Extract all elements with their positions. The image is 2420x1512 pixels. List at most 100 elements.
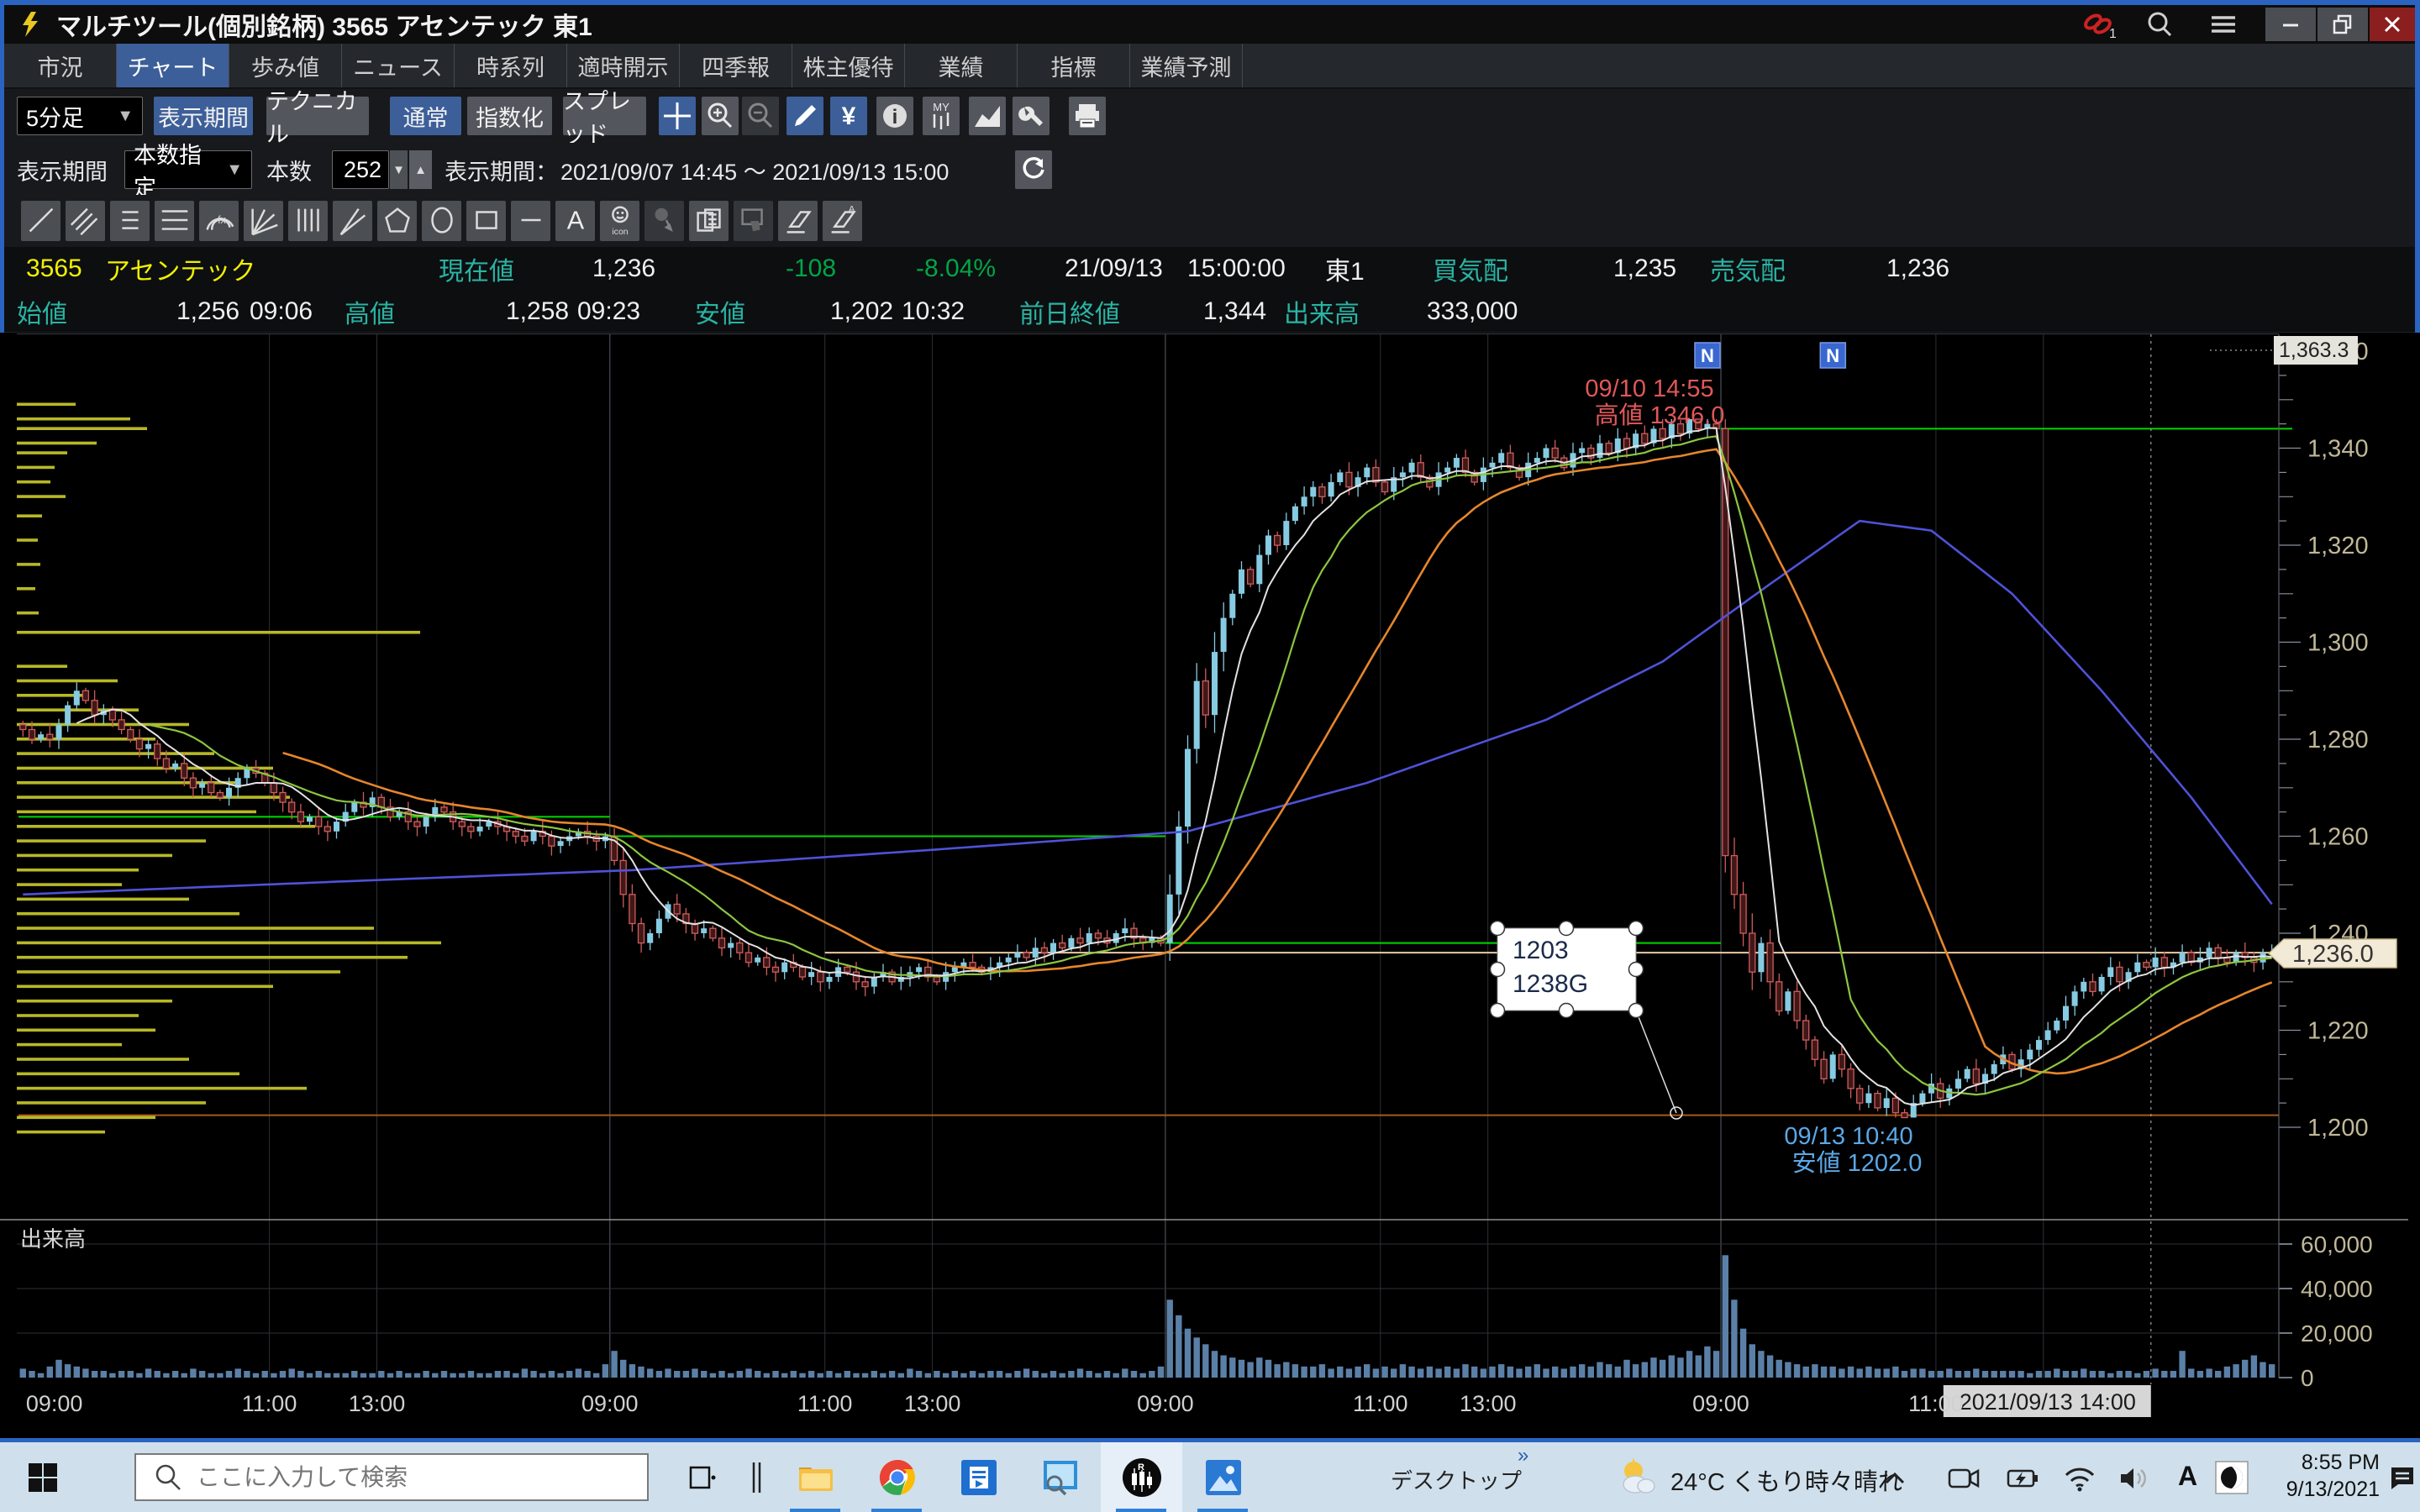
tab-7[interactable]: 四季報 xyxy=(680,44,792,87)
taskbar-app-chrome[interactable] xyxy=(856,1442,938,1512)
hsegment-tool[interactable] xyxy=(511,201,550,241)
rays-tool[interactable] xyxy=(333,201,372,241)
count-decrement[interactable]: ▼ xyxy=(390,150,408,189)
tab-8[interactable]: 株主優待 xyxy=(792,44,905,87)
notification-center-icon[interactable] xyxy=(2388,1464,2417,1491)
taskbar-app-file-explorer[interactable] xyxy=(775,1442,856,1512)
taskbar-app-media[interactable] xyxy=(938,1442,1019,1512)
open-time: 09:06 xyxy=(250,291,313,332)
pentagon-tool[interactable] xyxy=(377,201,417,241)
desktop-toolbar-label[interactable]: デスクトップ xyxy=(1391,1464,1522,1495)
battery-icon[interactable] xyxy=(2007,1466,2040,1491)
text-tool-tool[interactable]: A xyxy=(555,201,595,241)
tray-chevron-up-icon[interactable] xyxy=(1881,1469,1909,1488)
reload-button[interactable] xyxy=(1015,150,1052,189)
toolbar-button-2[interactable]: テクニカル xyxy=(266,97,369,135)
tab-5[interactable]: 時系列 xyxy=(455,44,567,87)
drag-hand-tool[interactable] xyxy=(734,201,773,241)
taskbar-app-snip[interactable] xyxy=(1019,1442,1101,1512)
file-explorer-icon xyxy=(796,1457,836,1498)
svg-text:A: A xyxy=(848,204,855,214)
eraser-tool[interactable] xyxy=(778,201,818,241)
toolbar-button-3[interactable]: 通常 xyxy=(390,97,461,135)
period-mode-dropdown[interactable]: 本数指定 ▼ xyxy=(124,150,252,189)
wrench-button[interactable] xyxy=(1013,97,1050,135)
pin-arrow-tool[interactable] xyxy=(644,201,684,241)
tab-2[interactable]: チャート xyxy=(117,44,229,87)
taskbar-app-trading[interactable]: R xyxy=(1101,1442,1182,1512)
tab-3[interactable]: 歩み値 xyxy=(229,44,342,87)
start-button[interactable] xyxy=(13,1442,72,1512)
windows-logo-icon xyxy=(27,1462,59,1494)
task-view-button[interactable] xyxy=(677,1442,728,1512)
trend-line-tool[interactable] xyxy=(21,201,60,241)
minimize-button[interactable] xyxy=(2265,8,2316,41)
candlestick-chart[interactable]: 020,00040,00060,0001,2001,2201,2401,2601… xyxy=(0,333,2420,1438)
restore-button[interactable] xyxy=(2317,8,2368,41)
timeframe-dropdown[interactable]: 5分足 ▼ xyxy=(17,97,143,135)
count-input[interactable]: 252 xyxy=(332,150,389,189)
taskbar-clock[interactable]: 8:55 PM 9/13/2021 xyxy=(2262,1449,2380,1503)
toolbar-button-5[interactable]: スプレッド xyxy=(563,97,646,135)
weather-text[interactable]: 24°C くもり時々晴れ xyxy=(1670,1462,1902,1498)
search-input[interactable] xyxy=(197,1464,600,1491)
tab-6[interactable]: 適時開示 xyxy=(567,44,680,87)
period-toolbar: 表示期間 本数指定 ▼ 本数 252 ▼ ▲ 表示期間： 2021/09/07 … xyxy=(4,143,2415,195)
speaker-icon[interactable] xyxy=(2118,1465,2151,1492)
zoom-out-button[interactable] xyxy=(742,97,779,135)
vlines-tool[interactable] xyxy=(288,201,328,241)
fib-arcs-tool[interactable]: fx xyxy=(199,201,239,241)
hlines-wide-tool[interactable] xyxy=(155,201,194,241)
eraser-icon xyxy=(780,202,817,240)
ellipse-tool[interactable] xyxy=(422,201,461,241)
printer-button[interactable] xyxy=(1069,97,1106,135)
tab-10[interactable]: 指標 xyxy=(1018,44,1130,87)
icon-stamp-tool[interactable]: icon xyxy=(600,201,639,241)
svg-text:1,220: 1,220 xyxy=(2307,1018,2369,1045)
toolbar-button-1[interactable]: 表示期間 xyxy=(154,97,253,135)
photos-icon xyxy=(1203,1457,1244,1498)
svg-text:60,000: 60,000 xyxy=(2301,1231,2373,1257)
eraser-all-icon: A xyxy=(824,202,861,240)
area-chart-icon xyxy=(971,99,1004,133)
zoom-in-button[interactable] xyxy=(702,97,739,135)
chart-area[interactable]: 020,00040,00060,0001,2001,2201,2401,2601… xyxy=(0,333,2420,1438)
svg-text:11:00: 11:00 xyxy=(1908,1391,1964,1416)
tab-1[interactable]: 市況 xyxy=(4,44,117,87)
parallel-channel-tool[interactable] xyxy=(66,201,105,241)
quote-time: 15:00:00 xyxy=(1187,247,1286,291)
hlines-short-tool[interactable] xyxy=(110,201,150,241)
pencil-button[interactable] xyxy=(786,97,823,135)
svg-text:N: N xyxy=(1701,345,1714,366)
app-lightning-icon xyxy=(16,10,45,39)
menu-icon[interactable] xyxy=(2207,8,2240,41)
my-chart-button[interactable]: MY xyxy=(923,97,960,135)
search-icon[interactable] xyxy=(2141,8,2178,41)
crosshair-button[interactable] xyxy=(659,97,696,135)
taskbar-search[interactable] xyxy=(134,1453,649,1501)
stock-name: アセンテック xyxy=(105,247,255,291)
link-icon[interactable]: 1 xyxy=(2081,9,2116,39)
info-button[interactable]: i xyxy=(876,97,913,135)
task-view-icon xyxy=(687,1462,718,1493)
close-button[interactable] xyxy=(2370,8,2415,41)
rectangle-tool[interactable] xyxy=(466,201,506,241)
wifi-icon[interactable] xyxy=(2063,1465,2096,1492)
tab-9[interactable]: 業績 xyxy=(905,44,1018,87)
taskbar-app-photos[interactable] xyxy=(1182,1442,1264,1512)
weather-icon[interactable] xyxy=(1615,1456,1660,1501)
ime-circle-icon[interactable] xyxy=(2215,1461,2249,1494)
count-increment[interactable]: ▲ xyxy=(409,150,432,189)
ellipse-icon xyxy=(424,202,460,240)
eraser-all-tool[interactable]: A xyxy=(823,201,862,241)
yen-button[interactable]: ¥ xyxy=(830,97,867,135)
tab-11[interactable]: 業績予測 xyxy=(1130,44,1243,87)
meet-now-icon[interactable] xyxy=(1948,1464,1980,1493)
ime-mode-indicator[interactable]: A xyxy=(2178,1461,2197,1492)
tab-4[interactable]: ニュース xyxy=(342,44,455,87)
area-chart-button[interactable] xyxy=(969,97,1006,135)
toolbar-button-4[interactable]: 指数化 xyxy=(467,97,552,135)
hsegment-icon xyxy=(513,202,550,240)
fan-lines-tool[interactable] xyxy=(244,201,283,241)
duplicate-tool[interactable] xyxy=(689,201,729,241)
